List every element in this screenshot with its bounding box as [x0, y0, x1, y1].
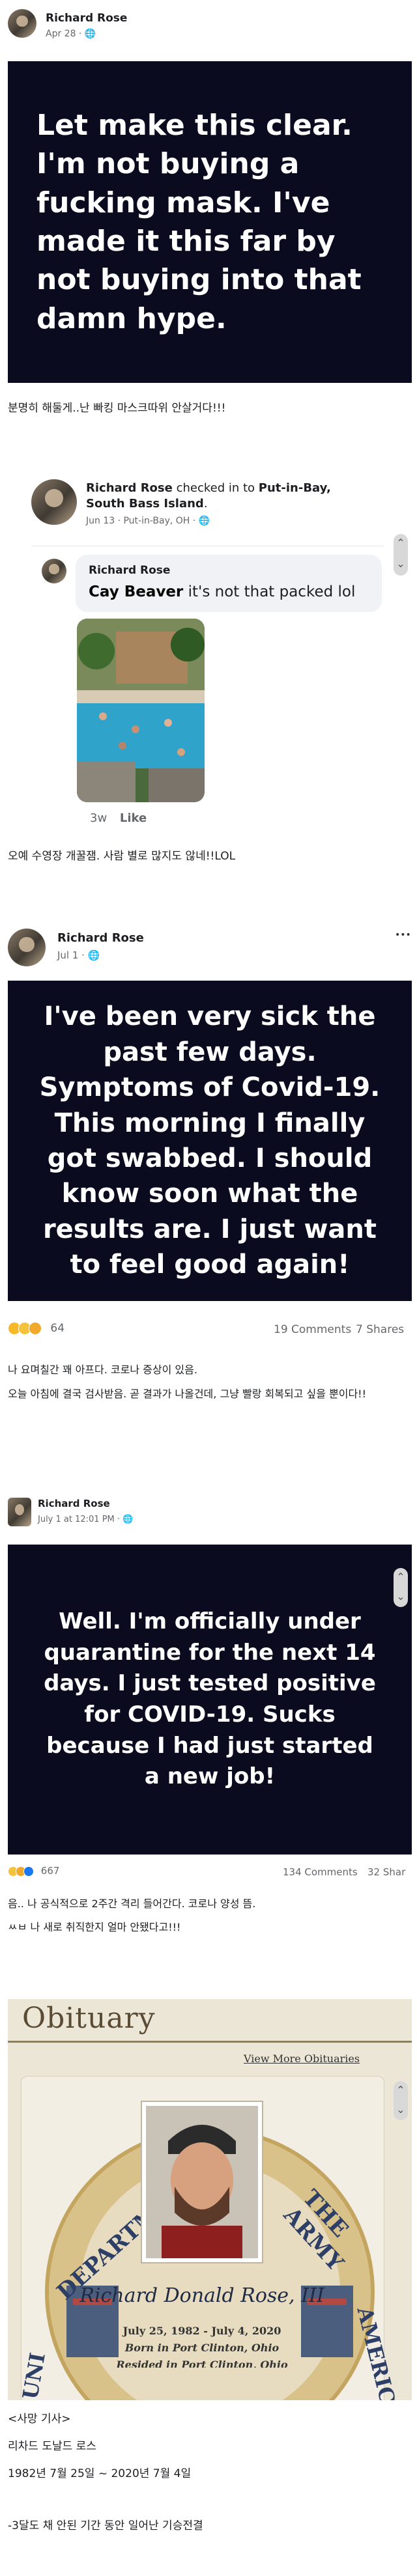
globe-icon: 🌐	[87, 949, 100, 961]
post-caption: 나 요며칠간 꽤 아프다. 코로나 증상이 있음.	[8, 1364, 197, 1376]
post-image[interactable]: I've been very sick the past few days. S…	[8, 981, 412, 1301]
post-caption: 음.. 나 공식적으로 2주간 격리 들어간다. 코로나 양성 뜸.	[8, 1897, 256, 1910]
author-name[interactable]: Richard Rose	[57, 931, 144, 945]
wow-reaction-icon	[29, 1322, 42, 1335]
globe-icon: 🌐	[198, 516, 210, 526]
post-timestamp[interactable]: July 1 at 12:01 PM · 🌐	[38, 1515, 133, 1524]
post-date: Jun 13 · Put-in-Bay, OH ·	[86, 516, 199, 526]
post-image[interactable]: Let make this clear. I'm not buying a fu…	[8, 61, 412, 383]
footer-line: 리차드 도날드 로스	[8, 2440, 96, 2453]
obituary-title: Obituary	[22, 2002, 156, 2035]
reaction-summary[interactable]: 64	[8, 1322, 65, 1335]
scroll-down-icon[interactable]: ⌄	[394, 559, 408, 569]
post-timestamp[interactable]: Jul 1 · 🌐	[57, 949, 100, 961]
scroll-up-icon[interactable]: ⌃	[394, 538, 408, 548]
avatar[interactable]	[8, 929, 46, 966]
portrait-image	[146, 2106, 258, 2258]
post-image-text: Well. I'm officially under quarantine fo…	[44, 1608, 376, 1790]
comment-body: it's not that packed lol	[183, 583, 356, 600]
like-reaction-icon	[23, 1866, 34, 1877]
post-image-text: Let make this clear. I'm not buying a fu…	[36, 108, 362, 335]
globe-icon: 🌐	[84, 29, 96, 39]
scroll-up-icon[interactable]: ⌃	[394, 1572, 408, 1582]
like-comment-button[interactable]: Like	[120, 811, 147, 825]
comment-text: Cay Beaver it's not that packed lol	[89, 583, 355, 600]
avatar[interactable]	[8, 9, 36, 38]
obituary-page: Obituary View More Obituaries DEPARTM TH…	[8, 1999, 412, 2400]
author-name[interactable]: Richard Rose	[46, 12, 127, 25]
post-caption: 오예 수영장 개꿀잼. 사람 별로 많지도 않네!!LOL	[8, 850, 236, 863]
post-date: July 1 at 12:01 PM ·	[38, 1515, 123, 1524]
avatar[interactable]	[31, 479, 77, 525]
post-timestamp[interactable]: Apr 28 · 🌐	[46, 29, 96, 39]
post-caption: 분명히 해둘게..난 빠킹 마스크따위 안살거다!!!	[8, 402, 226, 415]
comment-author[interactable]: Richard Rose	[89, 564, 170, 577]
post-image-text: I've been very sick the past few days. S…	[39, 1001, 381, 1280]
punctuation: .	[203, 497, 208, 511]
scrollbar[interactable]: ⌃ ⌄	[394, 2081, 408, 2120]
post-caption: ㅆㅂ 나 새로 취직한지 얼마 안됐다고!!!	[8, 1921, 181, 1933]
post-date: Jul 1 ·	[57, 949, 88, 961]
checkin-text: checked in to	[172, 481, 259, 495]
shares-count[interactable]: 7 Shares	[356, 1323, 404, 1336]
post-timestamp[interactable]: Jun 13 · Put-in-Bay, OH · 🌐	[86, 516, 210, 526]
deceased-name: Richard Donald Rose, III	[79, 2284, 324, 2307]
post-date: Apr 28 ·	[46, 29, 85, 39]
scrollbar[interactable]: ⌃ ⌄	[394, 534, 408, 576]
divider	[8, 2041, 412, 2043]
more-dots-icon[interactable]: •••	[395, 930, 411, 940]
scrollbar[interactable]: ⌃ ⌄	[394, 1568, 408, 1607]
residence: Resided in Port Clinton, Ohio	[116, 2359, 288, 2368]
pool-photo	[77, 619, 205, 802]
post-caption: 오늘 아침에 결국 검사받음. 곧 결과가 나올건데, 그냥 빨랑 회복되고 싶…	[8, 1388, 366, 1400]
footer-line: -3달도 채 안된 기간 동안 일어난 기승전결	[8, 2519, 203, 2532]
footer-line: <사망 기사>	[8, 2413, 71, 2426]
comments-count[interactable]: 19 Comments	[274, 1323, 351, 1336]
comments-count[interactable]: 134 Comments	[283, 1866, 358, 1878]
checkin-headline: Richard Rose checked in to Put-in-Bay, S…	[86, 481, 373, 512]
scroll-down-icon[interactable]: ⌄	[394, 2105, 408, 2115]
view-more-obituaries-link[interactable]: View More Obituaries	[244, 2052, 360, 2065]
reaction-count: 64	[50, 1322, 65, 1335]
shares-count[interactable]: 32 Shar	[367, 1866, 405, 1878]
globe-icon: 🌐	[122, 1515, 134, 1524]
scroll-down-icon[interactable]: ⌄	[394, 1591, 408, 1602]
portrait-photo[interactable]	[141, 2101, 263, 2263]
scroll-up-icon[interactable]: ⌃	[394, 2085, 408, 2095]
avatar[interactable]	[8, 1498, 31, 1526]
birthplace: Born in Port Clinton, Ohio	[124, 2342, 280, 2354]
avatar[interactable]	[42, 559, 66, 583]
author-name[interactable]: Richard Rose	[86, 481, 173, 495]
life-dates: July 25, 1982 - July 4, 2020	[122, 2325, 281, 2337]
tagged-user[interactable]: Cay Beaver	[89, 583, 183, 600]
reaction-summary[interactable]: 667	[8, 1865, 59, 1877]
reaction-count: 667	[40, 1865, 60, 1877]
post-image[interactable]: Well. I'm officially under quarantine fo…	[8, 1545, 412, 1855]
author-name[interactable]: Richard Rose	[38, 1498, 110, 1509]
footer-line: 1982년 7월 25일 ~ 2020년 7월 4일	[8, 2467, 192, 2480]
comment-age: 3w	[90, 811, 108, 825]
comment-actions: 3w Like	[90, 811, 147, 825]
comment-photo[interactable]	[77, 619, 205, 802]
